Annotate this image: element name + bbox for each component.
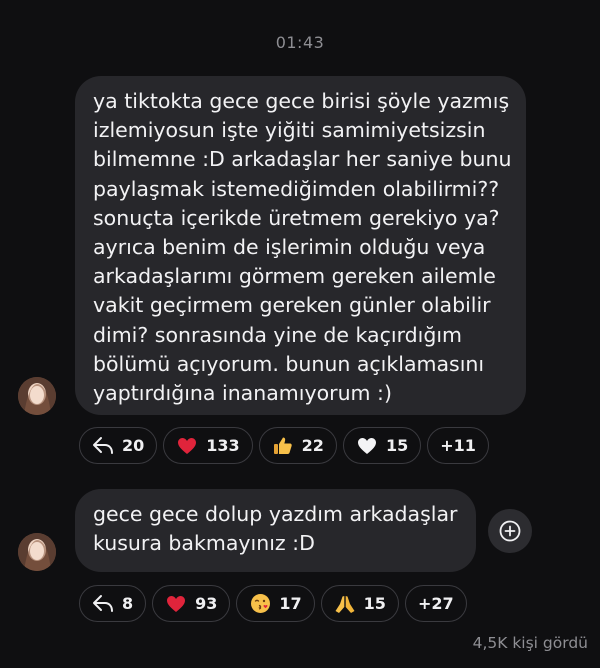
- reaction-count: +11: [440, 436, 476, 455]
- message-line: ayrıca benim de işlerimin olduğu veya: [93, 235, 486, 260]
- reaction-count: +27: [417, 594, 454, 613]
- seen-count: 4,5K kişi gördü: [472, 634, 588, 652]
- add-reaction-button[interactable]: [488, 509, 532, 553]
- reaction-count: 17: [279, 594, 302, 613]
- kissing-face-reaction[interactable]: 17: [236, 585, 315, 622]
- message-line: paylaşmak istemediğimden olabilirmi??: [93, 176, 500, 201]
- message-line: dimi? sonrasında yine de kaçırdığım: [93, 322, 463, 347]
- reaction-bar: 8 93 17 15 +27: [79, 585, 467, 622]
- thumbs-up-icon: [272, 435, 294, 457]
- message-line: kusura bakmayınız :D: [93, 531, 315, 556]
- add-reaction-icon: [499, 520, 521, 542]
- message-line: vakit geçirmem gereken günler olabilir: [93, 293, 491, 318]
- message-line: sonuçta içerikde üretmem gerekiyo ya?: [93, 205, 500, 230]
- avatar[interactable]: [18, 377, 56, 415]
- message-line: izlemiyosun işte yiğiti samimiyetsizsin: [93, 118, 486, 143]
- white-heart-reaction[interactable]: 15: [342, 427, 422, 464]
- more-reactions[interactable]: +11: [427, 427, 489, 464]
- white-heart-icon: [356, 435, 378, 457]
- message-line: bilmemne :D arkadaşlar her saniye bunu: [93, 147, 512, 172]
- reaction-count: 22: [301, 436, 324, 455]
- reaction-count: 15: [363, 594, 386, 613]
- message-bubble[interactable]: gece gece dolup yazdım arkadaşlar kusura…: [75, 489, 476, 572]
- message-bubble[interactable]: ya tiktokta gece gece birisi şöyle yazmı…: [75, 76, 526, 415]
- avatar[interactable]: [18, 533, 56, 571]
- reply-reaction[interactable]: 20: [79, 427, 158, 464]
- avatar-photo: [18, 377, 56, 415]
- chat-screen: 01:43 ya tiktokta gece gece birisi şöyle…: [0, 0, 600, 668]
- message-line: bölümü açıyorum. bunun açıklamasını: [93, 351, 485, 376]
- red-heart-icon: [165, 593, 187, 615]
- message-line: arkadaşlarımı görmem gereken ailemle: [93, 264, 496, 289]
- reaction-count: 133: [206, 436, 240, 455]
- red-heart-icon: [176, 435, 198, 457]
- message-line: ya tiktokta gece gece birisi şöyle yazmı…: [93, 89, 510, 113]
- kissing-face-icon: [249, 593, 271, 615]
- thumbs-up-reaction[interactable]: 22: [258, 427, 337, 464]
- reaction-count: 8: [122, 594, 134, 613]
- avatar-photo: [18, 533, 56, 571]
- message-line: yaptırdığına inanamıyorum :): [93, 381, 392, 406]
- reaction-bar: 20 133 22 15 +11: [79, 427, 489, 464]
- reply-reaction[interactable]: 8: [79, 585, 147, 622]
- message-timestamp: 01:43: [275, 33, 325, 52]
- reaction-count: 93: [195, 594, 218, 613]
- reaction-count: 15: [385, 436, 409, 455]
- reply-icon: [92, 593, 114, 615]
- folded-hands-icon: [334, 593, 356, 615]
- folded-hands-reaction[interactable]: 15: [320, 585, 399, 622]
- message-line: gece gece dolup yazdım arkadaşlar: [93, 502, 458, 526]
- reply-icon: [92, 435, 114, 457]
- more-reactions[interactable]: +27: [404, 585, 467, 622]
- heart-reaction[interactable]: 93: [152, 585, 231, 622]
- reaction-count: 20: [122, 436, 145, 455]
- heart-reaction[interactable]: 133: [163, 427, 253, 464]
